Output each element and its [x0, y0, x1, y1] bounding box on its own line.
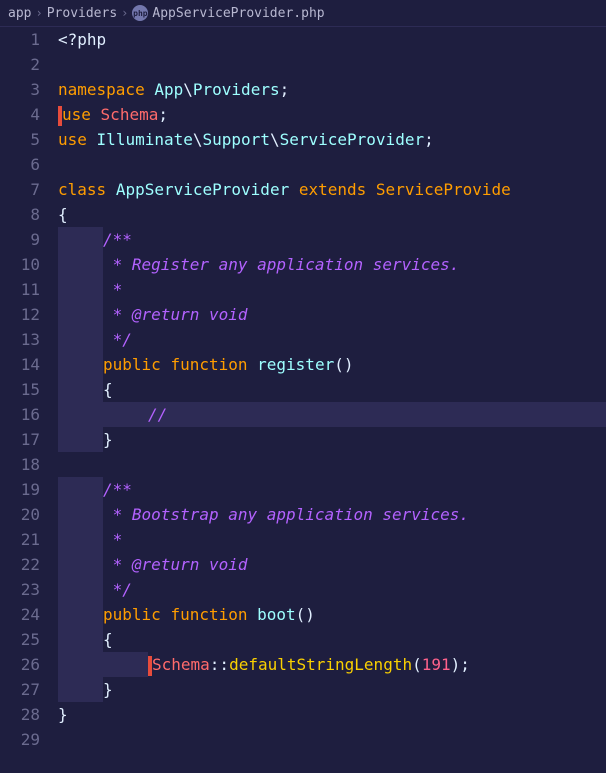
line-number: 22 [0, 552, 40, 577]
code-line[interactable]: <?php [58, 27, 606, 52]
line-number: 7 [0, 177, 40, 202]
line-number: 29 [0, 727, 40, 752]
code-line[interactable] [58, 152, 606, 177]
line-number: 11 [0, 277, 40, 302]
line-number: 15 [0, 377, 40, 402]
line-number: 10 [0, 252, 40, 277]
line-number: 17 [0, 427, 40, 452]
line-number: 14 [0, 352, 40, 377]
line-number: 18 [0, 452, 40, 477]
code-area[interactable]: <?php namespace App\Providers;use Schema;… [58, 27, 606, 770]
code-line[interactable]: /** [58, 477, 606, 502]
code-line[interactable]: use Illuminate\Support\ServiceProvider; [58, 127, 606, 152]
code-line[interactable]: * Register any application services. [58, 252, 606, 277]
breadcrumb-item[interactable]: app [8, 6, 31, 21]
code-line[interactable] [58, 52, 606, 77]
code-line[interactable]: Schema::defaultStringLength(191); [58, 652, 606, 677]
php-icon: php [132, 5, 148, 21]
code-line[interactable]: * Bootstrap any application services. [58, 502, 606, 527]
line-number: 2 [0, 52, 40, 77]
breadcrumb[interactable]: app › Providers › php AppServiceProvider… [0, 0, 606, 27]
line-number: 4 [0, 102, 40, 127]
chevron-right-icon: › [35, 6, 42, 20]
code-line[interactable]: use Schema; [58, 102, 606, 127]
line-number: 20 [0, 502, 40, 527]
code-line[interactable]: * [58, 277, 606, 302]
line-number: 13 [0, 327, 40, 352]
code-line[interactable]: * [58, 527, 606, 552]
line-number: 28 [0, 702, 40, 727]
code-line[interactable] [58, 452, 606, 477]
line-number: 21 [0, 527, 40, 552]
code-line[interactable]: */ [58, 577, 606, 602]
line-number: 26 [0, 652, 40, 677]
chevron-right-icon: › [121, 6, 128, 20]
code-line[interactable]: /** [58, 227, 606, 252]
line-number: 25 [0, 627, 40, 652]
line-number: 1 [0, 27, 40, 52]
line-number: 16 [0, 402, 40, 427]
line-number: 8 [0, 202, 40, 227]
code-line[interactable]: { [58, 627, 606, 652]
line-number: 24 [0, 602, 40, 627]
code-line[interactable]: } [58, 702, 606, 727]
breadcrumb-item[interactable]: AppServiceProvider.php [152, 6, 324, 21]
code-line[interactable]: public function boot() [58, 602, 606, 627]
breadcrumb-item[interactable]: Providers [47, 6, 117, 21]
code-line[interactable]: namespace App\Providers; [58, 77, 606, 102]
line-number: 19 [0, 477, 40, 502]
code-editor[interactable]: 1234567891011121314151617181920212223242… [0, 27, 606, 770]
line-number: 23 [0, 577, 40, 602]
line-number: 9 [0, 227, 40, 252]
line-number: 3 [0, 77, 40, 102]
code-line[interactable]: * @return void [58, 552, 606, 577]
code-line[interactable]: } [58, 677, 606, 702]
line-number: 5 [0, 127, 40, 152]
code-line[interactable]: */ [58, 327, 606, 352]
line-number: 12 [0, 302, 40, 327]
line-gutter: 1234567891011121314151617181920212223242… [0, 27, 58, 770]
code-line[interactable]: public function register() [58, 352, 606, 377]
line-number: 6 [0, 152, 40, 177]
code-line[interactable]: { [58, 377, 606, 402]
code-line[interactable]: class AppServiceProvider extends Service… [58, 177, 606, 202]
code-line[interactable]: * @return void [58, 302, 606, 327]
line-number: 27 [0, 677, 40, 702]
code-line[interactable]: // [58, 402, 606, 427]
code-line[interactable]: { [58, 202, 606, 227]
code-line[interactable]: } [58, 427, 606, 452]
code-line[interactable] [58, 727, 606, 752]
